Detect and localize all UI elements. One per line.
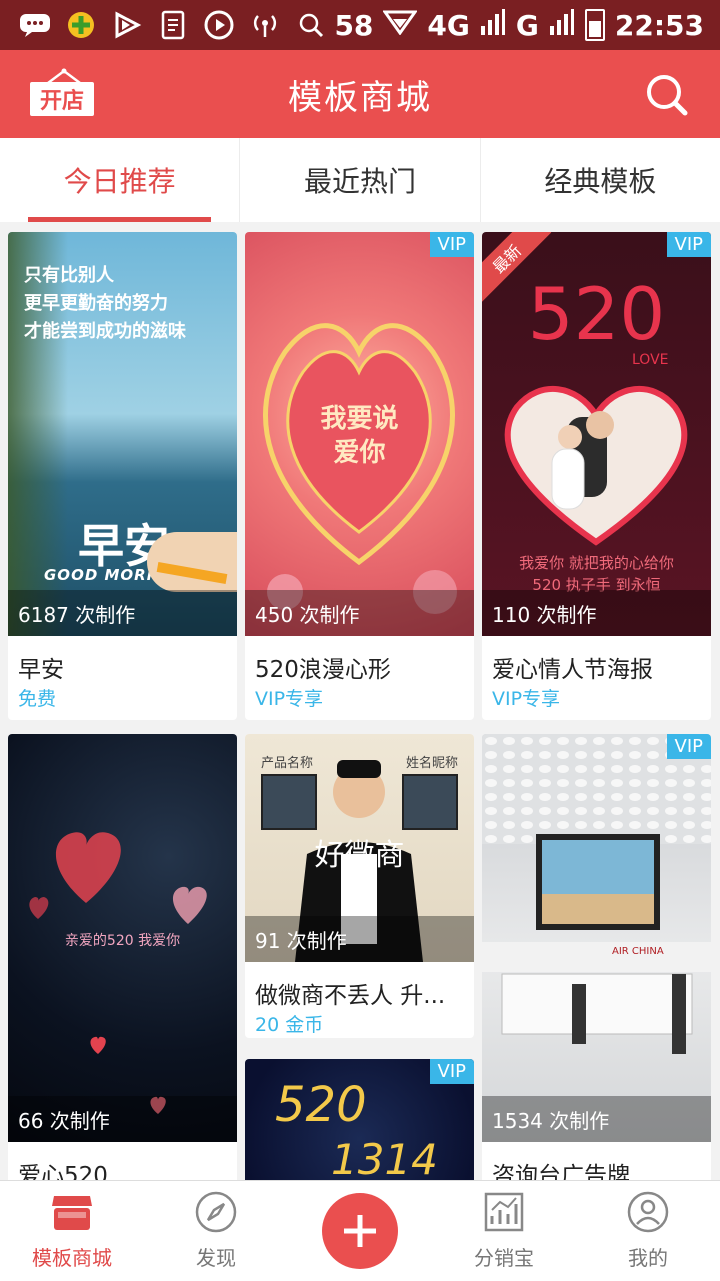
template-card[interactable]: 产品名称 姓名昵称 好微商 91 次制作 做微商不丢人 升... 20 金币 [245, 734, 474, 1038]
poster-line: 我要说 [320, 404, 399, 434]
template-thumbnail: 只有比别人 更早更勤奋的努力 才能尝到成功的滋味 早安 GOOD MORN 61… [8, 232, 237, 636]
template-title: 早安 [18, 657, 64, 683]
template-price: 免费 [18, 688, 57, 710]
usage-count: 66 次制作 [8, 1096, 237, 1142]
carrier-network: G [515, 8, 539, 42]
vip-badge: VIP [666, 232, 711, 257]
open-shop-label: 开店 [30, 82, 94, 116]
template-card[interactable]: VIP 520 1314 [245, 1059, 474, 1180]
poster-number: 520 [275, 1077, 367, 1133]
poster-line: 才能尝到成功的滋味 [24, 321, 186, 342]
poster-line: 亲爱的520 我爱你 [64, 933, 181, 949]
app-circle-icon [64, 8, 98, 42]
template-card[interactable]: 只有比别人 更早更勤奋的努力 才能尝到成功的滋味 早安 GOOD MORN 61… [8, 232, 237, 720]
template-thumbnail: 520 LOVE 我爱你 就把我的心给你 520 执子手 到永恒 110 次制作 [482, 232, 711, 636]
status-bar: 58 4G G 22:53 [0, 0, 720, 50]
vip-badge: VIP [429, 1059, 474, 1084]
nav-label: 模板商城 [32, 1246, 112, 1270]
poster-subtitle: GOOD MORN [44, 566, 161, 584]
vip-badge: VIP [429, 232, 474, 257]
nav-distribution[interactable]: 分销宝 [432, 1181, 576, 1281]
template-title: 做微商不丢人 升... [255, 983, 446, 1009]
network-type: 4G [427, 8, 470, 42]
chat-icon [18, 8, 52, 42]
battery-icon [584, 9, 605, 41]
usage-count: 91 次制作 [245, 916, 474, 962]
template-thumbnail: 我要说 爱你 450 次制作 [245, 232, 474, 636]
template-thumbnail: 产品名称 姓名昵称 好微商 91 次制作 [245, 734, 474, 962]
template-thumbnail: 亲爱的520 我爱你 66 次制作 [8, 734, 237, 1142]
nav-profile[interactable]: 我的 [576, 1181, 720, 1281]
hotspot-icon [248, 8, 282, 42]
usage-count: 450 次制作 [245, 590, 474, 636]
tab-recent-hot[interactable]: 最近热门 [239, 138, 479, 222]
page-title: 模板商城 [288, 77, 432, 118]
nav-label: 发现 [196, 1246, 236, 1270]
template-price: VIP专享 [255, 688, 324, 710]
compass-icon [195, 1191, 237, 1233]
template-feed[interactable]: 只有比别人 更早更勤奋的努力 才能尝到成功的滋味 早安 GOOD MORN 61… [0, 222, 720, 1180]
nav-create[interactable] [288, 1181, 432, 1281]
nav-template-store[interactable]: 模板商城 [0, 1181, 144, 1281]
search-status-icon [294, 8, 328, 42]
user-icon [627, 1191, 669, 1233]
poster-brand: 好微商 [314, 838, 405, 873]
poster-number: 520 [527, 272, 666, 356]
chart-icon [484, 1192, 524, 1232]
template-price: VIP专享 [492, 688, 561, 710]
template-card[interactable]: VIP 最新 520 LOVE 我爱你 就把我的心给你 520 执子手 到永恒 … [482, 232, 711, 720]
poster-number: 1314 [331, 1135, 438, 1180]
template-thumbnail: AIR CHINA 1534 次制作 [482, 734, 711, 1142]
template-card[interactable]: 亲爱的520 我爱你 66 次制作 爱心520 [8, 734, 237, 1180]
shop-icon [52, 1196, 92, 1230]
poster-line: 我爱你 就把我的心给你 [519, 554, 674, 572]
usage-count: 1534 次制作 [482, 1096, 711, 1142]
search-icon [647, 75, 688, 116]
template-card[interactable]: VIP AIR CHINA 1534 次制作 咨询台广告牌 [482, 734, 711, 1180]
poster-line: 爱你 [333, 438, 386, 468]
template-title: 咨询台广告牌 [492, 1163, 630, 1180]
poster-line: 只有比别人 [24, 265, 114, 286]
nav-discover[interactable]: 发现 [144, 1181, 288, 1281]
open-shop-button[interactable]: 开店 [30, 68, 98, 118]
app-header: 开店 模板商城 [0, 50, 720, 138]
usage-count: 110 次制作 [482, 590, 711, 636]
nav-label: 分销宝 [474, 1246, 534, 1270]
tab-classic-templates[interactable]: 经典模板 [479, 138, 720, 222]
create-button[interactable] [322, 1193, 398, 1269]
poster-brand: AIR CHINA [612, 946, 664, 957]
template-price: 20 金币 [255, 1014, 324, 1036]
play-icon [202, 8, 236, 42]
template-title: 爱心520 [18, 1163, 108, 1180]
signal-icon [480, 8, 506, 43]
poster-line: 更早更勤奋的努力 [24, 293, 168, 314]
nav-label: 我的 [628, 1246, 668, 1270]
plus-icon [344, 1215, 376, 1247]
clock: 22:53 [614, 8, 704, 42]
signal-icon-2 [549, 8, 575, 43]
status-badge: 58 [334, 8, 374, 42]
video-app-icon [110, 8, 144, 42]
template-card[interactable]: VIP 我要说 爱你 450 次制作 520浪漫心形 VIP专享 [245, 232, 474, 720]
bottom-nav: 模板商城 发现 分销宝 我的 [0, 1180, 720, 1281]
template-title: 520浪漫心形 [255, 657, 391, 683]
category-tabs: 今日推荐 最近热门 经典模板 [0, 138, 720, 222]
tab-today-recommend[interactable]: 今日推荐 [0, 138, 239, 222]
wifi-icon [382, 9, 419, 42]
document-icon [156, 8, 190, 42]
template-title: 爱心情人节海报 [492, 657, 653, 683]
poster-love: LOVE [632, 352, 669, 368]
heart-photo-frame [504, 385, 688, 546]
vip-badge: VIP [666, 734, 711, 759]
usage-count: 6187 次制作 [8, 590, 237, 636]
airport-graphic [482, 734, 711, 1054]
search-button[interactable] [644, 72, 688, 116]
